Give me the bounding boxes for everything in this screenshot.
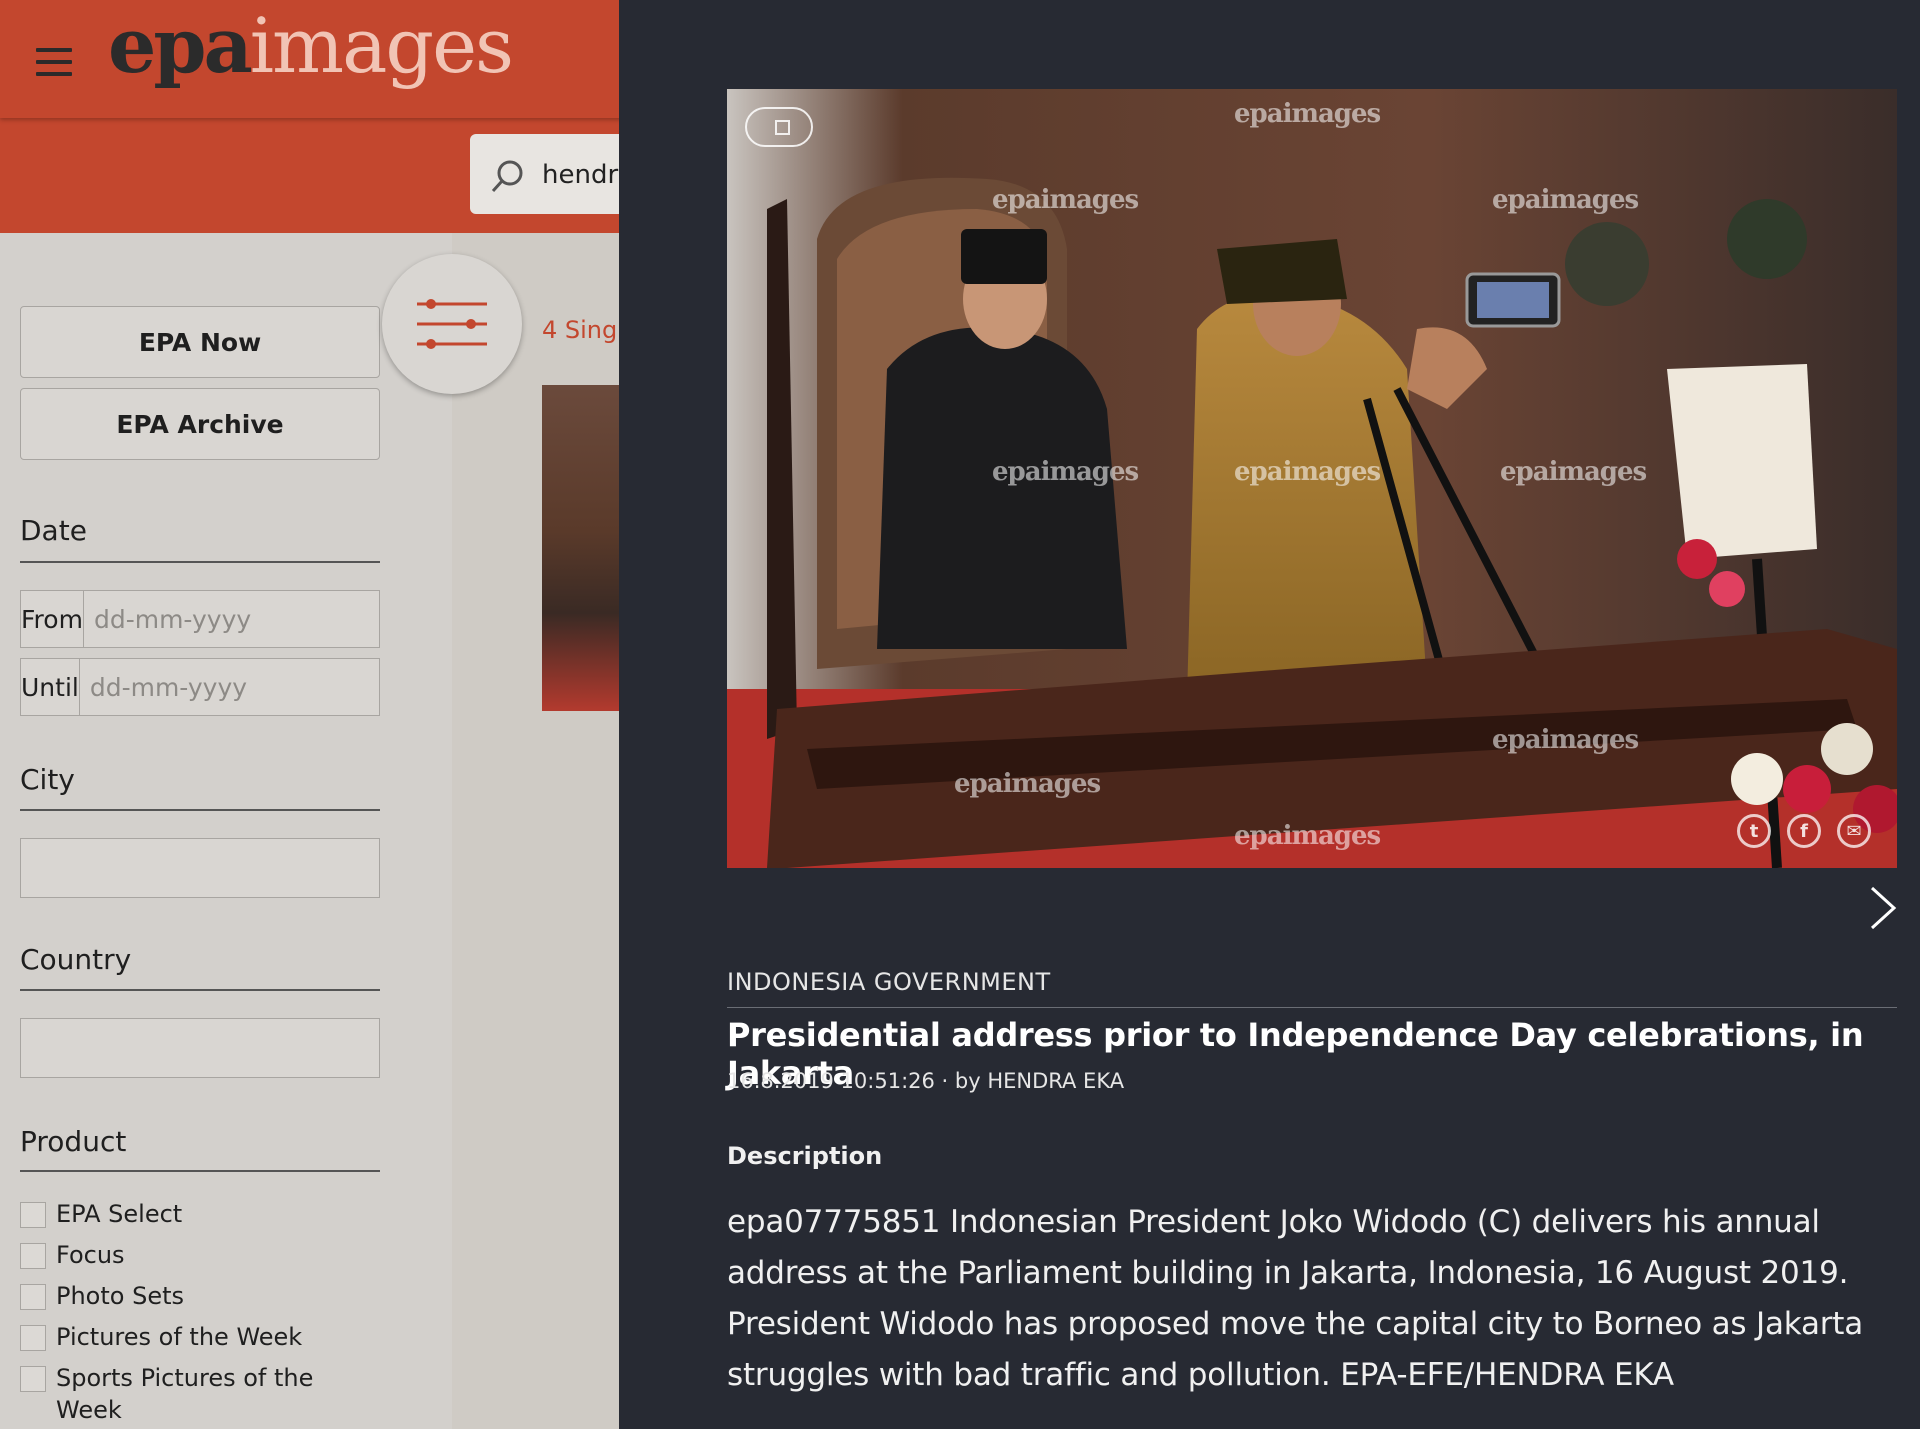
date-label: Date	[20, 514, 87, 547]
expand-icon[interactable]	[745, 107, 813, 147]
city-label: City	[20, 763, 75, 796]
watermark: epaimages	[1500, 457, 1647, 487]
city-input[interactable]	[20, 838, 380, 898]
date-from-input[interactable]	[83, 591, 411, 647]
facebook-icon[interactable]: f	[1787, 814, 1821, 848]
top-bar: epaimages	[0, 0, 640, 118]
chevron-right-icon[interactable]	[1862, 884, 1902, 932]
image-meta: 16.8.2019 10:51:26 · by HENDRA EKA	[727, 1069, 1125, 1093]
product-label: Product	[20, 1125, 127, 1158]
main-photo[interactable]: epaimages epaimages epaimages epaimages …	[727, 89, 1897, 868]
sliders-icon	[417, 299, 487, 349]
date-from-row: From	[20, 590, 411, 648]
country-input[interactable]	[20, 1018, 380, 1078]
watermark: epaimages	[1492, 185, 1639, 215]
image-category[interactable]: INDONESIA GOVERNMENT	[727, 968, 1051, 996]
description-heading: Description	[727, 1142, 883, 1170]
epa-now-button[interactable]: EPA Now	[20, 306, 380, 378]
product-checkbox-pictures-of-the-week[interactable]: Pictures of the Week	[20, 1321, 356, 1353]
twitter-icon[interactable]: t	[1737, 814, 1771, 848]
epa-images-logo[interactable]: epaimages	[108, 8, 514, 84]
watermark: epaimages	[1234, 99, 1381, 129]
product-checkbox-sports-pictures-of-the-week[interactable]: Sports Pictures of the Week	[20, 1362, 356, 1426]
watermark: epaimages	[992, 457, 1139, 487]
results-count: 4 Sing	[542, 316, 618, 344]
watermark: epaimages	[1234, 821, 1381, 851]
epa-archive-button[interactable]: EPA Archive	[20, 388, 380, 460]
watermark: epaimages	[1234, 457, 1381, 487]
product-checkbox-photo-sets[interactable]: Photo Sets	[20, 1280, 356, 1312]
filter-toggle-button[interactable]	[382, 254, 522, 394]
checkbox[interactable]	[20, 1325, 46, 1351]
date-divider	[20, 561, 380, 563]
checkbox[interactable]	[20, 1243, 46, 1269]
image-description: epa07775851 Indonesian President Joko Wi…	[727, 1204, 1864, 1393]
watermark: epaimages	[954, 769, 1101, 799]
search-icon	[491, 160, 523, 193]
checkbox[interactable]	[20, 1284, 46, 1310]
product-checkbox-focus[interactable]: Focus	[20, 1239, 356, 1271]
hamburger-menu-icon[interactable]	[36, 48, 72, 76]
city-divider	[20, 809, 380, 811]
image-detail-panel: epaimages epaimages epaimages epaimages …	[619, 0, 1920, 1429]
checkbox[interactable]	[20, 1202, 46, 1228]
until-label: Until	[21, 659, 80, 715]
date-until-input[interactable]	[79, 659, 407, 715]
checkbox[interactable]	[20, 1366, 46, 1392]
search-band: hendra	[0, 118, 670, 233]
watermark: epaimages	[992, 185, 1139, 215]
product-checkbox-epa-select[interactable]: EPA Select	[20, 1198, 356, 1230]
watermark: epaimages	[1492, 725, 1639, 755]
product-divider	[20, 1170, 380, 1172]
from-label: From	[21, 591, 84, 647]
date-until-row: Until	[20, 658, 407, 716]
email-icon[interactable]: ✉	[1837, 814, 1871, 848]
country-divider	[20, 989, 380, 991]
category-divider	[727, 1007, 1897, 1008]
country-label: Country	[20, 943, 132, 976]
